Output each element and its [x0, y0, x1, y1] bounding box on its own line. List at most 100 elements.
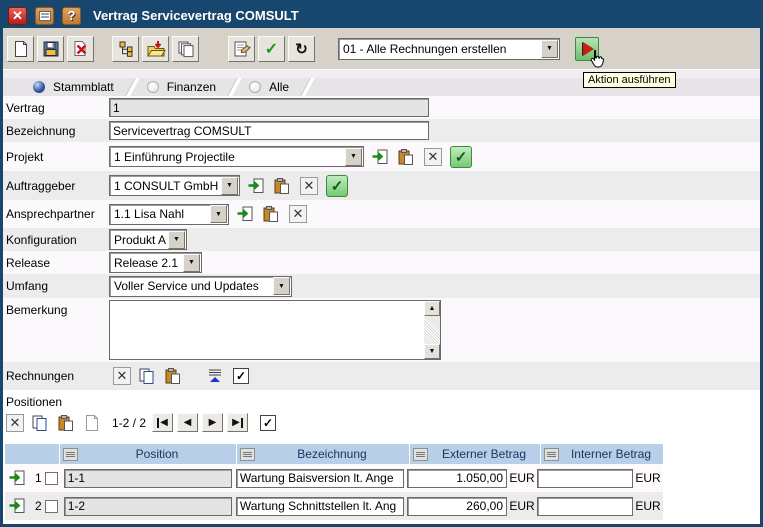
konfiguration-select-value: Produkt A — [110, 233, 167, 247]
row-bemerkung: Bemerkung ▲ ▼ — [3, 298, 760, 362]
externer-betrag-cell[interactable] — [407, 469, 507, 488]
rechnungen-label: Rechnungen — [3, 369, 109, 383]
positionen-checkbox-icon[interactable]: ✓ — [260, 415, 276, 431]
row-bezeichnung: Bezeichnung — [3, 119, 760, 142]
positionen-paste-button[interactable] — [56, 413, 76, 433]
row-projekt: Projekt 1 Einführung Projectile ▼ ✕ ✓ — [3, 142, 760, 171]
ansprechpartner-goto-button[interactable] — [235, 204, 255, 224]
help-icon[interactable]: ? — [62, 7, 81, 25]
rechnungen-copy-button[interactable] — [137, 366, 157, 386]
chevron-down-icon[interactable]: ▼ — [273, 277, 290, 295]
column-menu-icon[interactable] — [544, 448, 559, 461]
rechnungen-list-button[interactable] — [205, 366, 225, 386]
action-select-value: 01 - Alle Rechnungen erstellen — [339, 42, 540, 56]
chevron-down-icon[interactable]: ▼ — [541, 40, 558, 58]
ansprechpartner-select[interactable]: 1.1 Lisa Nahl ▼ — [109, 204, 229, 225]
first-page-button[interactable]: ◀ — [152, 413, 173, 432]
close-icon[interactable]: ✕ — [8, 7, 27, 25]
row-vertrag: Vertrag — [3, 96, 760, 119]
auftraggeber-paste-button[interactable] — [272, 176, 292, 196]
release-select[interactable]: Release 2.1 ▼ — [109, 252, 202, 273]
tab-separator — [227, 78, 242, 96]
chevron-down-icon[interactable]: ▼ — [210, 205, 227, 223]
auftraggeber-clear-button[interactable]: ✕ — [300, 177, 318, 195]
positionen-range: 1-2 / 2 — [112, 416, 146, 430]
row-checkbox[interactable] — [45, 472, 58, 485]
bemerkung-scrollbar[interactable]: ▲ ▼ — [424, 301, 440, 359]
chevron-down-icon[interactable]: ▼ — [183, 254, 200, 272]
auftraggeber-select-value: 1 CONSULT GmbH — [110, 179, 220, 193]
row-umfang: Umfang Voller Service und Updates ▼ — [3, 274, 760, 298]
bezeichnung-cell[interactable] — [236, 497, 404, 516]
rechnungen-paste-button[interactable] — [163, 366, 183, 386]
confirm-button[interactable]: ✓ — [258, 36, 285, 62]
bezeichnung-cell[interactable] — [236, 469, 404, 488]
ansprechpartner-clear-button[interactable]: ✕ — [289, 205, 307, 223]
edit-form-icon — [233, 40, 251, 58]
chevron-down-icon[interactable]: ▼ — [221, 177, 238, 195]
scroll-down-icon[interactable]: ▼ — [424, 344, 440, 359]
konfiguration-select[interactable]: Produkt A ▼ — [109, 229, 187, 250]
scroll-up-icon[interactable]: ▲ — [424, 301, 440, 316]
rechnungen-checkbox-icon[interactable]: ✓ — [233, 368, 249, 384]
bemerkung-field[interactable] — [110, 301, 424, 359]
window-pane-icon — [39, 11, 51, 21]
tab-alle[interactable]: Alle — [243, 78, 299, 96]
tab-stammblatt[interactable]: Stammblatt — [27, 78, 124, 96]
action-select[interactable]: 01 - Alle Rechnungen erstellen ▼ — [338, 38, 560, 60]
window-icon[interactable] — [35, 7, 54, 25]
bezeichnung-field[interactable] — [109, 121, 429, 140]
interner-betrag-cell[interactable] — [537, 497, 633, 516]
row-goto-button[interactable] — [7, 496, 27, 516]
tab-alle-label: Alle — [269, 80, 289, 94]
prev-page-icon: ◀ — [184, 417, 192, 428]
positionen-delete-button[interactable]: ✕ — [6, 414, 24, 432]
projekt-clear-button[interactable]: ✕ — [424, 148, 442, 166]
auftraggeber-goto-button[interactable] — [246, 176, 266, 196]
goto-icon — [371, 148, 389, 166]
prev-page-button[interactable]: ◀ — [177, 413, 198, 432]
position-cell[interactable] — [64, 497, 232, 516]
tab-finanzen[interactable]: Finanzen — [141, 78, 226, 96]
projekt-ok-button[interactable]: ✓ — [450, 146, 472, 168]
vertrag-field[interactable] — [109, 98, 429, 117]
positionen-copy-button[interactable] — [30, 413, 50, 433]
copy-button[interactable] — [172, 36, 199, 62]
refresh-button[interactable]: ↻ — [288, 36, 315, 62]
currency-label: EUR — [633, 499, 663, 513]
new-document-button[interactable] — [7, 36, 34, 62]
last-page-button[interactable]: ▶ — [227, 413, 248, 432]
projekt-paste-button[interactable] — [396, 147, 416, 167]
auftraggeber-ok-button[interactable]: ✓ — [326, 175, 348, 197]
column-menu-icon[interactable] — [413, 448, 428, 461]
tab-separator — [125, 78, 140, 96]
inactive-tab-icon — [249, 81, 261, 93]
next-page-button[interactable]: ▶ — [202, 413, 223, 432]
currency-label: EUR — [633, 471, 663, 485]
column-menu-icon[interactable] — [63, 448, 78, 461]
chevron-down-icon[interactable]: ▼ — [345, 148, 362, 166]
position-cell[interactable] — [64, 469, 232, 488]
row-checkbox[interactable] — [45, 500, 58, 513]
projekt-select[interactable]: 1 Einführung Projectile ▼ — [109, 146, 364, 167]
positionen-new-button[interactable] — [82, 413, 102, 433]
edit-form-button[interactable] — [228, 36, 255, 62]
column-menu-icon[interactable] — [240, 448, 255, 461]
check-icon: ✓ — [265, 39, 278, 59]
row-rechnungen: Rechnungen ✕ ✓ — [3, 362, 760, 390]
import-button[interactable] — [142, 36, 169, 62]
chevron-down-icon[interactable]: ▼ — [168, 231, 185, 249]
save-button[interactable] — [37, 36, 64, 62]
ansprechpartner-paste-button[interactable] — [261, 204, 281, 224]
projekt-goto-button[interactable] — [370, 147, 390, 167]
umfang-select[interactable]: Voller Service und Updates ▼ — [109, 276, 292, 297]
hierarchy-button[interactable] — [112, 36, 139, 62]
first-page-icon — [157, 418, 159, 428]
interner-betrag-cell[interactable] — [537, 469, 633, 488]
delete-document-button[interactable] — [67, 36, 94, 62]
row-goto-button[interactable] — [7, 468, 27, 488]
auftraggeber-select[interactable]: 1 CONSULT GmbH ▼ — [109, 175, 240, 196]
delete-document-icon — [72, 40, 90, 58]
externer-betrag-cell[interactable] — [407, 497, 507, 516]
rechnungen-delete-button[interactable]: ✕ — [113, 367, 131, 385]
